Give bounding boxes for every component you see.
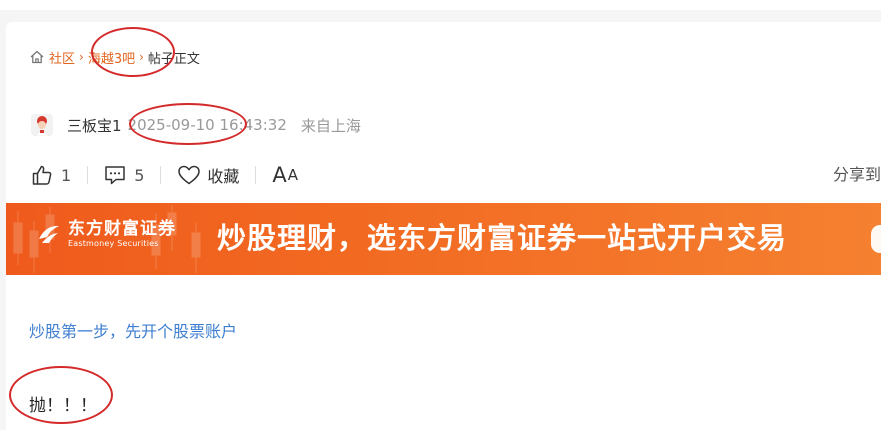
post-time: 2025-09-10 16:43:32 (127, 116, 287, 134)
favorite-label: 收藏 (207, 167, 240, 186)
home-icon[interactable] (29, 49, 45, 65)
banner-side-control[interactable] (871, 225, 881, 253)
breadcrumb: 社区 › 海越3吧 › 帖子正文 (29, 48, 200, 67)
post-body-text: 抛！！！ (29, 396, 97, 416)
brand-logo-block: 东方财富证券 Eastmoney Securities (36, 219, 176, 249)
eastmoney-logo-icon (39, 225, 59, 243)
comment-button[interactable]: 5 (104, 164, 144, 186)
share-button[interactable]: 分享到 (833, 163, 881, 187)
chevron-right-icon: › (79, 50, 84, 64)
post-location: 来自上海 (300, 116, 361, 135)
divider (160, 166, 162, 184)
thumbs-up-icon (32, 165, 52, 185)
like-button[interactable]: 1 (31, 164, 71, 186)
author-name[interactable]: 三板宝1 (67, 115, 122, 136)
avatar[interactable] (31, 114, 53, 136)
top-strip (0, 0, 881, 10)
action-bar: 1 5 收藏 AA (31, 163, 299, 187)
divider (255, 166, 257, 184)
breadcrumb-community-link[interactable]: 社区 (49, 48, 75, 67)
post-card: 社区 › 海越3吧 › 帖子正文 三板宝1 2025-09-10 16:43:3… (6, 22, 881, 430)
divider (87, 166, 89, 184)
comment-icon (105, 166, 125, 185)
brand-name-cn: 东方财富证券 (68, 219, 176, 239)
open-account-link[interactable]: 炒股第一步，先开个股票账户 (29, 318, 237, 342)
author-row: 三板宝1 2025-09-10 16:43:32 来自上海 (31, 114, 361, 136)
font-size-button[interactable]: AA (272, 163, 299, 187)
chevron-right-icon: › (139, 50, 144, 64)
font-size-large-label: A (272, 163, 288, 187)
favorite-button[interactable]: 收藏 (177, 163, 239, 187)
font-size-small-label: A (287, 166, 300, 184)
breadcrumb-forum-link[interactable]: 海越3吧 (88, 48, 135, 67)
breadcrumb-current: 帖子正文 (147, 51, 200, 67)
heart-icon (178, 165, 201, 185)
banner-slogan: 炒股理财，选东方财富证券一站式开户交易 (217, 221, 788, 255)
ad-banner[interactable]: 东方财富证券 Eastmoney Securities 炒股理财，选东方财富证券… (6, 203, 881, 275)
like-count: 1 (61, 165, 72, 185)
comment-count: 5 (134, 165, 145, 185)
brand-name-en: Eastmoney Securities (68, 239, 159, 248)
